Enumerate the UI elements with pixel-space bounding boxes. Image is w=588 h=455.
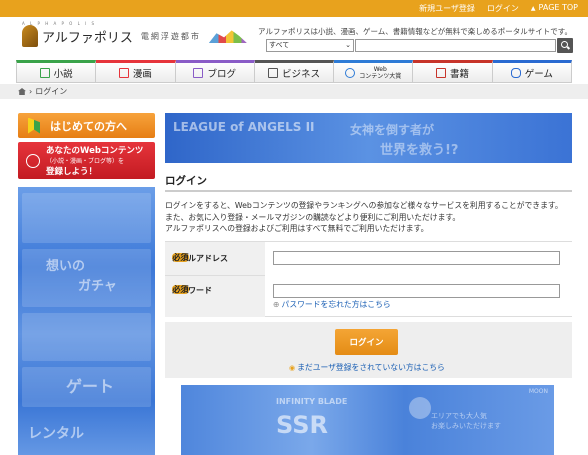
chevron-down-icon: ⌄ — [345, 41, 351, 49]
register-link[interactable]: まだユーザ登録をされていない方はこちら — [289, 362, 445, 373]
beginner-mark-icon — [28, 117, 40, 134]
required-badge: 必須 — [172, 253, 189, 262]
breadcrumb-separator: › — [29, 87, 33, 96]
home-icon[interactable] — [18, 88, 26, 95]
manga-icon — [118, 67, 129, 78]
intro-line1: ログインをすると、Webコンテンツの登録やランキングへの参加など様々なサービスを… — [165, 201, 563, 210]
sidebar-ad-text: ガチャ — [78, 279, 117, 294]
logo-tag: 電網浮遊都市 — [140, 31, 201, 41]
breadcrumb: › ログイン — [0, 84, 588, 99]
search-button[interactable] — [557, 38, 573, 53]
sidebar-ad-text: 想いの — [46, 259, 86, 274]
email-field[interactable] — [273, 251, 560, 265]
sidebar-ad-panel — [22, 313, 151, 361]
required-badge: 必須 — [172, 285, 189, 294]
nav-manga-label: 漫画 — [132, 68, 152, 80]
logo-mark-icon — [22, 25, 38, 47]
site-header: A L P H A P O L I S アルファポリス 電網浮遊都市 アルファポ… — [0, 17, 588, 59]
site-logo[interactable]: アルファポリス 電網浮遊都市 — [22, 25, 247, 47]
bottom-ad-bubble — [409, 397, 431, 419]
sidebar-ad-panel — [22, 367, 151, 407]
password-label-cell: パスワード 必須 — [165, 276, 265, 317]
banner-brand: LEAGUE of ANGELS II — [173, 120, 315, 134]
banner-text2: 世界を救う!? — [380, 143, 459, 158]
bottom-ad-corner: MOON — [528, 388, 548, 395]
sidebar-ad[interactable]: 想いの ガチャ ゲート レンタル — [18, 187, 155, 455]
bottom-ad-copy-line1: エリアでも大人気 — [431, 412, 487, 420]
game-banner[interactable]: LEAGUE of ANGELS II 女神を倒す者が 世界を救う!? — [165, 113, 572, 163]
submit-area: ログイン まだユーザ登録をされていない方はこちら — [165, 322, 572, 378]
search-category-select[interactable]: すべて ⌄ — [266, 39, 354, 52]
nav-novel[interactable]: 小説 — [16, 60, 97, 83]
register-content-line3: 登録しよう！ — [46, 167, 98, 177]
gamepad-icon — [510, 67, 521, 78]
nav-web-award-label: Web コンテンツ大賞 — [359, 66, 401, 80]
nav-business[interactable]: ビジネス — [254, 60, 335, 83]
nav-blog-label: ブログ — [207, 68, 236, 80]
login-button[interactable]: ログイン — [335, 329, 398, 355]
top-bar: 新規ユーザ登録 ログイン PAGE TOP — [0, 0, 588, 17]
register-link[interactable]: 新規ユーザ登録 — [419, 3, 475, 14]
blog-icon — [193, 67, 204, 78]
title-divider — [165, 190, 572, 192]
open-book-icon — [436, 67, 447, 78]
search-category-value: すべて — [269, 41, 290, 49]
intro-line3: アルファポリスへの登録およびご利用はすべて無料でご利用いただけます。 — [165, 224, 429, 233]
bottom-ad-title: INFINITY BLADE — [276, 397, 348, 406]
nav-novel-label: 小説 — [53, 68, 73, 80]
city-skyline-icon — [208, 30, 247, 43]
top-links: 新規ユーザ登録 ログイン PAGE TOP — [419, 3, 578, 14]
chart-icon — [267, 67, 278, 78]
bottom-ad-copy: エリアでも大人気 お楽しみいただけます — [431, 411, 501, 431]
nav-books-label: 書籍 — [450, 68, 470, 80]
pen-icon — [26, 153, 40, 168]
register-content-text: あなたのWebコンテンツ （小説・漫画・ブログ等）を 登録しよう！ — [46, 144, 143, 177]
nav-web-sub-label: コンテンツ大賞 — [359, 72, 402, 80]
banner-text1: 女神を倒す者が — [350, 123, 435, 137]
page-top-link[interactable]: PAGE TOP — [531, 3, 578, 14]
bottom-ad-copy-line2: お楽しみいただけます — [431, 422, 501, 430]
search-input[interactable] — [355, 39, 556, 52]
bottom-ad-headline: SSR — [276, 411, 328, 439]
logo-name: アルファポリス — [42, 30, 133, 46]
nav-game[interactable]: ゲーム — [492, 60, 572, 83]
award-icon — [345, 67, 356, 78]
nav-web-label: Web — [373, 65, 387, 73]
site-tagline: アルファポリスは小説、漫画、ゲーム、書籍情報などが無料で楽しめるポータルサイトで… — [258, 27, 572, 36]
beginner-guide-label: はじめての方へ — [50, 119, 127, 133]
email-label-cell: メールアドレス 必須 — [165, 242, 265, 276]
login-form: メールアドレス 必須 パスワード 必須 パスワードを忘れた方はこちら — [165, 241, 572, 317]
beginner-guide-button[interactable]: はじめての方へ — [18, 113, 155, 138]
nav-manga[interactable]: 漫画 — [96, 60, 176, 83]
register-content-line1: あなたのWebコンテンツ — [46, 146, 144, 156]
nav-web-award[interactable]: Web コンテンツ大賞 — [334, 60, 414, 83]
page-title: ログイン — [165, 175, 207, 187]
sidebar-ad-panel — [22, 193, 151, 243]
intro-text: ログインをすると、Webコンテンツの登録やランキングへの参加など様々なサービスを… — [165, 200, 575, 235]
register-content-line2: （小説・漫画・ブログ等）を — [46, 158, 125, 165]
nav-game-label: ゲーム — [524, 68, 553, 80]
intro-line2: また、お気に入り登録・メールマガジンの購読などより便利にご利用いただけます。 — [165, 212, 461, 222]
breadcrumb-current: ログイン — [35, 87, 68, 96]
password-field[interactable] — [273, 284, 560, 298]
bottom-ad[interactable]: INFINITY BLADE SSR MOON エリアでも大人気 お楽しみいただ… — [181, 385, 554, 455]
sidebar-ad-text: レンタル — [28, 426, 84, 442]
book-icon — [39, 67, 50, 78]
login-link[interactable]: ログイン — [487, 3, 519, 14]
nav-blog[interactable]: ブログ — [175, 60, 255, 83]
forgot-password-link[interactable]: パスワードを忘れた方はこちら — [273, 299, 391, 310]
main-nav: 小説 漫画 ブログ ビジネス Web コンテンツ大賞 書籍 ゲーム — [16, 60, 572, 83]
register-content-button[interactable]: あなたのWebコンテンツ （小説・漫画・ブログ等）を 登録しよう！ — [18, 142, 155, 179]
nav-business-label: ビジネス — [281, 68, 320, 80]
nav-books[interactable]: 書籍 — [413, 60, 493, 83]
